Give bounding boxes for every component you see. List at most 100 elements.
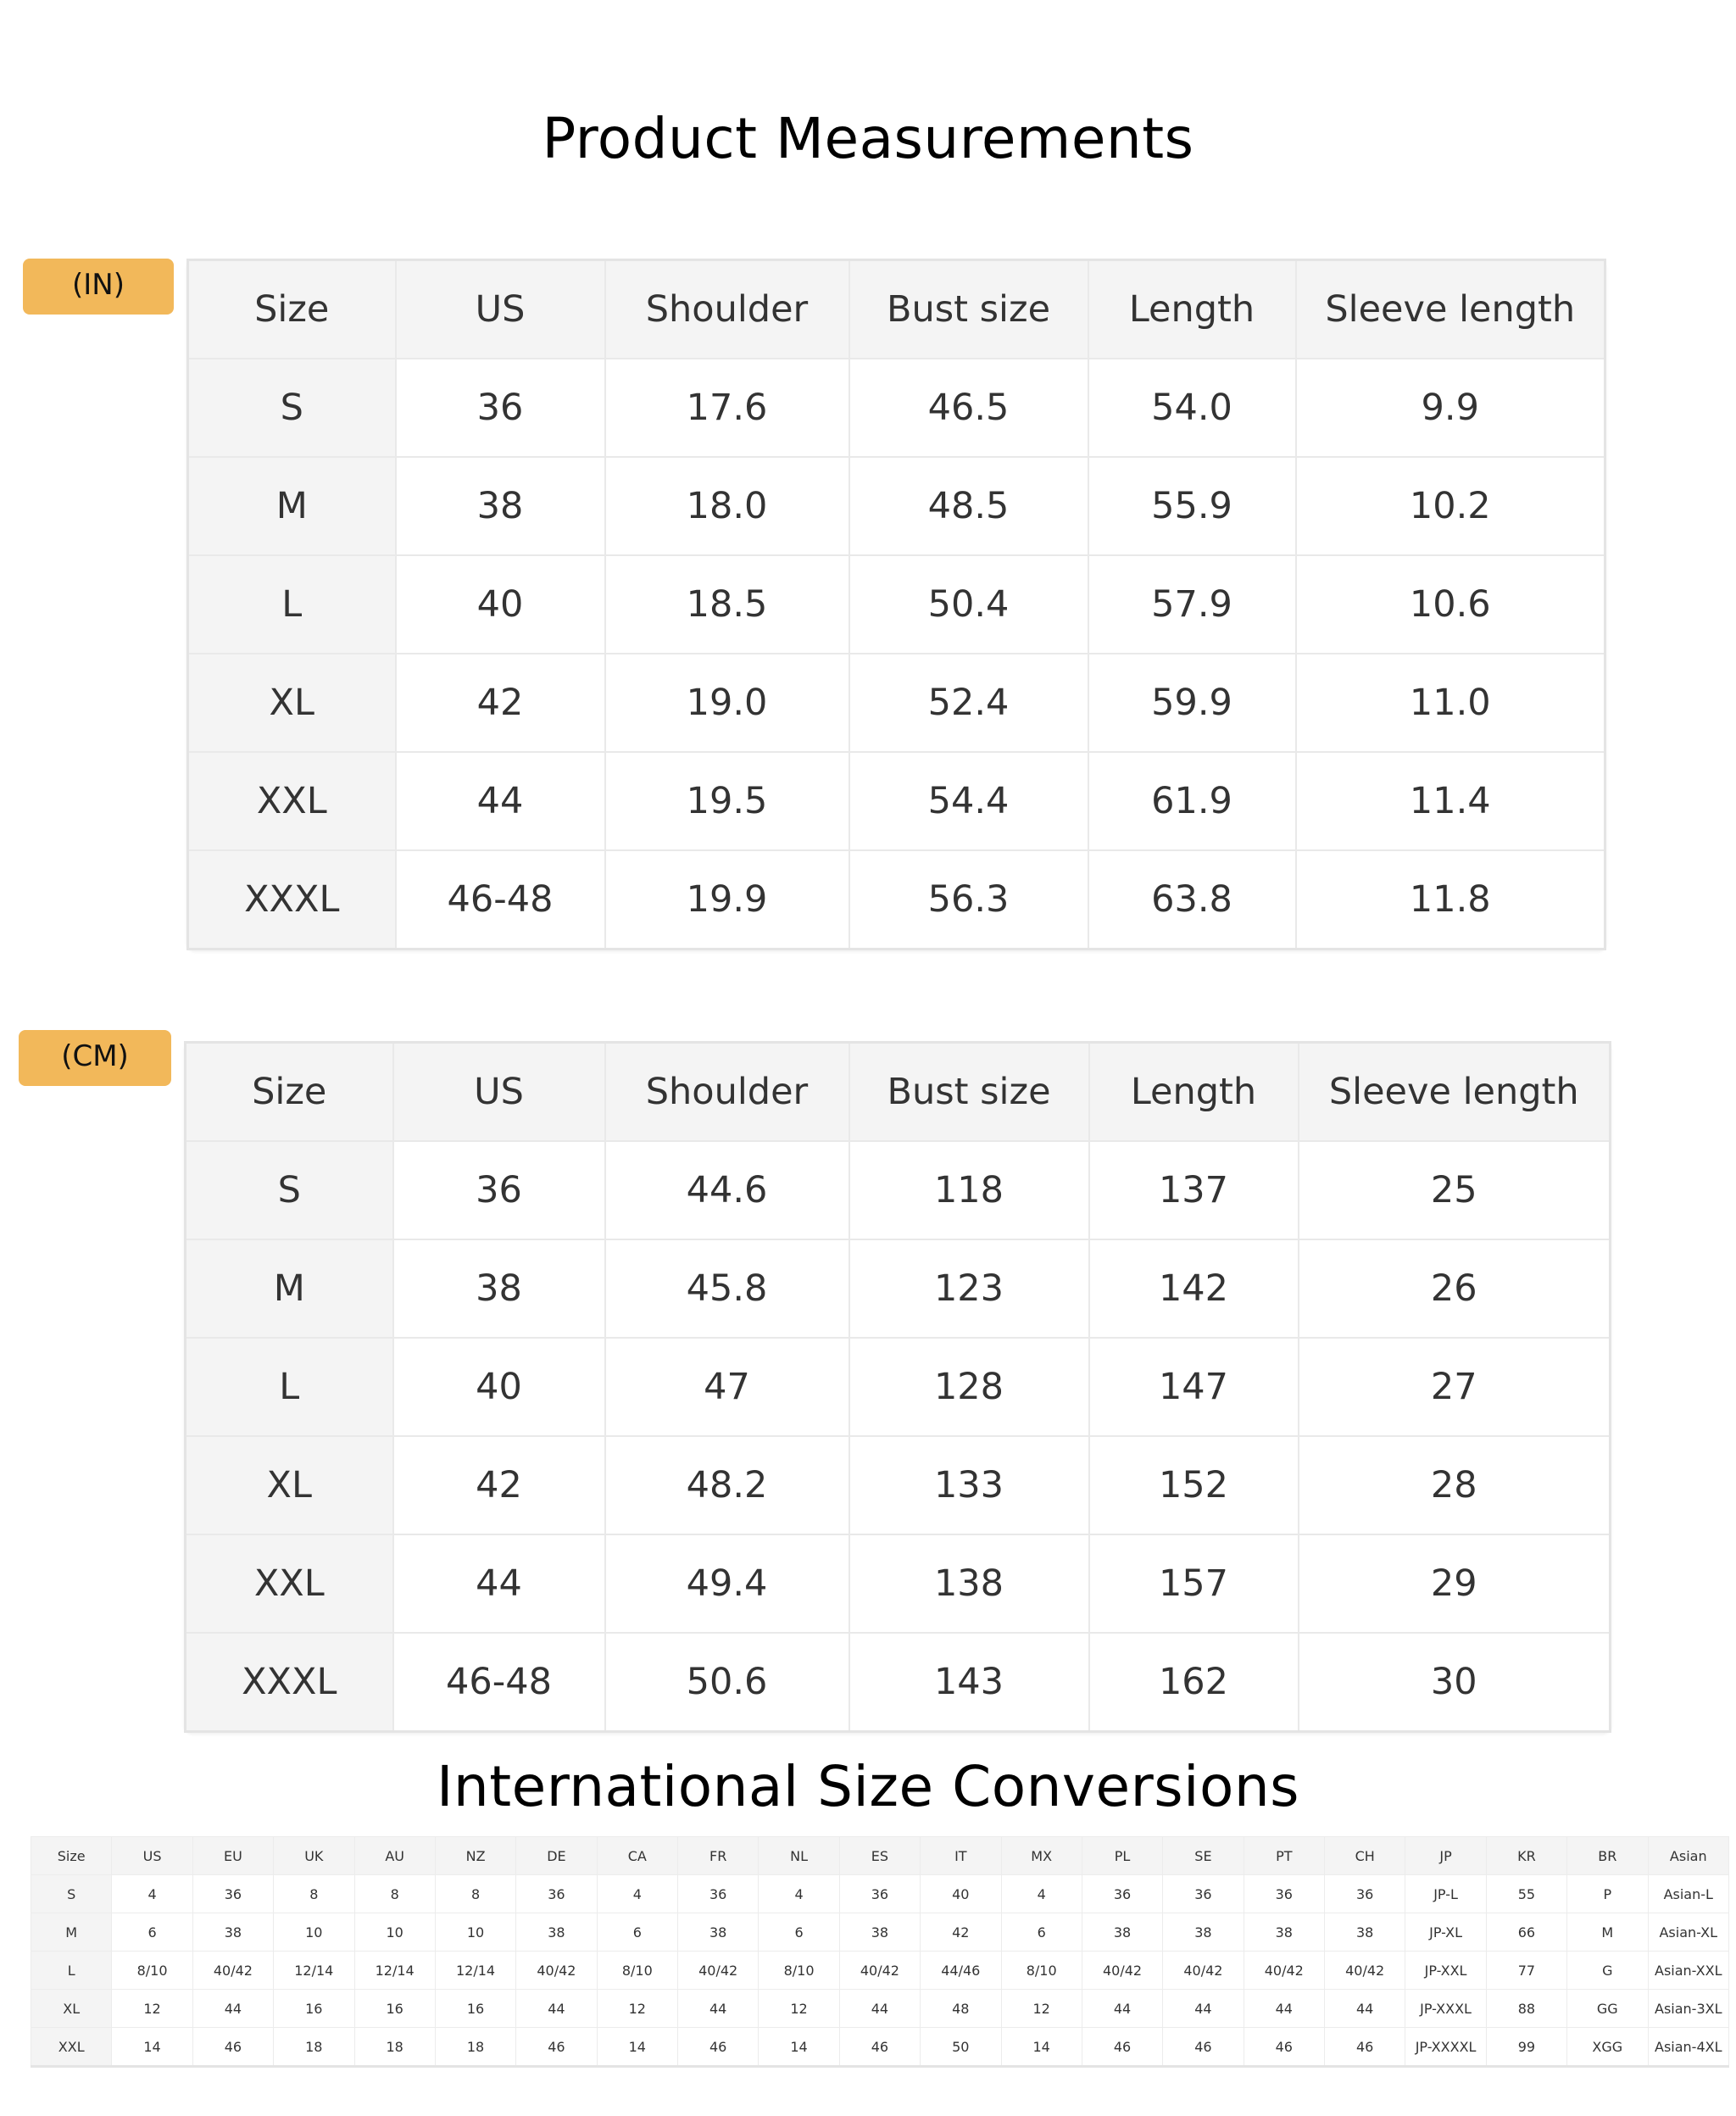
value-cell: 16 xyxy=(273,1989,355,2028)
value-cell: 40/42 xyxy=(1162,1951,1244,1990)
table-row: XXXL 46-48 50.6 143 162 30 xyxy=(184,1632,1611,1733)
value-cell: 6 xyxy=(758,1913,840,1952)
table-header-row: Size US Shoulder Bust size Length Sleeve leng… xyxy=(186,259,1606,359)
value-cell: 8 xyxy=(273,1874,355,1913)
value-cell: 44.6 xyxy=(604,1140,850,1240)
value-cell: 48.5 xyxy=(848,456,1089,556)
value-cell: GG xyxy=(1566,1989,1649,2028)
value-cell: 38 xyxy=(394,456,606,556)
value-cell: 18.0 xyxy=(604,456,850,556)
value-cell: 46.5 xyxy=(848,358,1089,458)
table-row: XL 42 48.2 133 152 28 xyxy=(184,1435,1611,1535)
inch-unit-badge: (IN) xyxy=(23,259,174,315)
size-cell: XXL xyxy=(184,1534,394,1634)
column-header: NL xyxy=(758,1836,840,1875)
value-cell: 8/10 xyxy=(1000,1951,1082,1990)
size-cell: XL xyxy=(184,1435,394,1535)
value-cell: 12/14 xyxy=(273,1951,355,1990)
value-cell: 36 xyxy=(1162,1874,1244,1913)
value-cell: 47 xyxy=(604,1337,850,1437)
value-cell: 8/10 xyxy=(596,1951,679,1990)
value-cell: 162 xyxy=(1088,1632,1299,1733)
value-cell: 133 xyxy=(848,1435,1090,1535)
value-cell: 14 xyxy=(758,2027,840,2067)
value-cell: 157 xyxy=(1088,1534,1299,1634)
size-cell: S xyxy=(184,1140,394,1240)
value-cell: 12 xyxy=(596,1989,679,2028)
value-cell: 4 xyxy=(596,1874,679,1913)
value-cell: 46 xyxy=(192,2027,275,2067)
product-measurements-title: Product Measurements xyxy=(542,106,1194,171)
table-row: XXL 14 46 18 18 18 46 14 46 14 46 50 14 46 46 46 46 JP-XX… xyxy=(30,2027,1729,2067)
value-cell: Asian-XXL xyxy=(1647,1951,1729,1990)
column-header: EU xyxy=(192,1836,275,1875)
column-header: MX xyxy=(1000,1836,1082,1875)
value-cell: 8 xyxy=(434,1874,517,1913)
column-header: PL xyxy=(1081,1836,1164,1875)
value-cell: 48 xyxy=(920,1989,1002,2028)
value-cell: 16 xyxy=(353,1989,436,2028)
value-cell: 6 xyxy=(111,1913,193,1952)
value-cell: 18 xyxy=(434,2027,517,2067)
value-cell: 14 xyxy=(1000,2027,1082,2067)
value-cell: 45.8 xyxy=(604,1239,850,1339)
table-row: L 40 47 128 147 27 xyxy=(184,1337,1611,1437)
value-cell: 8/10 xyxy=(111,1951,193,1990)
value-cell: 46 xyxy=(1081,2027,1164,2067)
column-header: Length xyxy=(1088,1041,1299,1142)
value-cell: 38 xyxy=(392,1239,606,1339)
value-cell: 46 xyxy=(676,2027,760,2067)
value-cell: 143 xyxy=(848,1632,1090,1733)
value-cell: 42 xyxy=(920,1913,1002,1952)
value-cell: 38 xyxy=(192,1913,275,1952)
value-cell: 30 xyxy=(1297,1632,1611,1733)
value-cell: 46 xyxy=(1243,2027,1326,2067)
value-cell: 26 xyxy=(1297,1239,1611,1339)
value-cell: 12 xyxy=(758,1989,840,2028)
value-cell: 44 xyxy=(1323,1989,1406,2028)
size-cell: XXL xyxy=(30,2027,113,2067)
value-cell: 18 xyxy=(273,2027,355,2067)
value-cell: 36 xyxy=(838,1874,921,1913)
value-cell: 14 xyxy=(111,2027,193,2067)
value-cell: JP-XXXL xyxy=(1405,1989,1487,2028)
value-cell: 50.6 xyxy=(604,1632,850,1733)
column-header: CH xyxy=(1323,1836,1406,1875)
size-cell: L xyxy=(184,1337,394,1437)
table-row: M 38 45.8 123 142 26 xyxy=(184,1239,1611,1339)
international-size-conversion-table: Size US EU UK AU NZ DE CA FR NL ES IT MX PL SE PT CH JP KR… xyxy=(30,1836,1729,2068)
value-cell: 54.0 xyxy=(1087,358,1297,458)
column-header: SE xyxy=(1162,1836,1244,1875)
value-cell: 10.2 xyxy=(1294,456,1606,556)
value-cell: 38 xyxy=(838,1913,921,1952)
value-cell: 29 xyxy=(1297,1534,1611,1634)
value-cell: Asian-4XL xyxy=(1647,2027,1729,2067)
value-cell: 42 xyxy=(392,1435,606,1535)
value-cell: 4 xyxy=(111,1874,193,1913)
column-header: Size xyxy=(186,259,397,359)
value-cell: JP-L xyxy=(1405,1874,1487,1913)
value-cell: 40 xyxy=(920,1874,1002,1913)
column-header: Sleeve length xyxy=(1294,259,1606,359)
value-cell: 10 xyxy=(273,1913,355,1952)
size-cell: L xyxy=(186,554,397,654)
column-header: Bust size xyxy=(848,1041,1090,1142)
value-cell: 38 xyxy=(1081,1913,1164,1952)
value-cell: 44 xyxy=(676,1989,760,2028)
table-row: XL 42 19.0 52.4 59.9 11.0 xyxy=(186,653,1606,753)
value-cell: 46 xyxy=(838,2027,921,2067)
value-cell: 44 xyxy=(192,1989,275,2028)
value-cell: 36 xyxy=(515,1874,598,1913)
value-cell: 57.9 xyxy=(1087,554,1297,654)
table-row: XXL 44 49.4 138 157 29 xyxy=(184,1534,1611,1634)
table-row: XXXL 46-48 19.9 56.3 63.8 11.8 xyxy=(186,849,1606,950)
value-cell: 36 xyxy=(1323,1874,1406,1913)
table-row: L 8/10 40/42 12/14 12/14 12/14 40/42 8/10 40/42 8… xyxy=(30,1951,1729,1990)
value-cell: 46-48 xyxy=(394,849,606,950)
value-cell: 118 xyxy=(848,1140,1090,1240)
value-cell: 10 xyxy=(434,1913,517,1952)
column-header: Size xyxy=(30,1836,113,1875)
value-cell: 59.9 xyxy=(1087,653,1297,753)
value-cell: 137 xyxy=(1088,1140,1299,1240)
value-cell: P xyxy=(1566,1874,1649,1913)
